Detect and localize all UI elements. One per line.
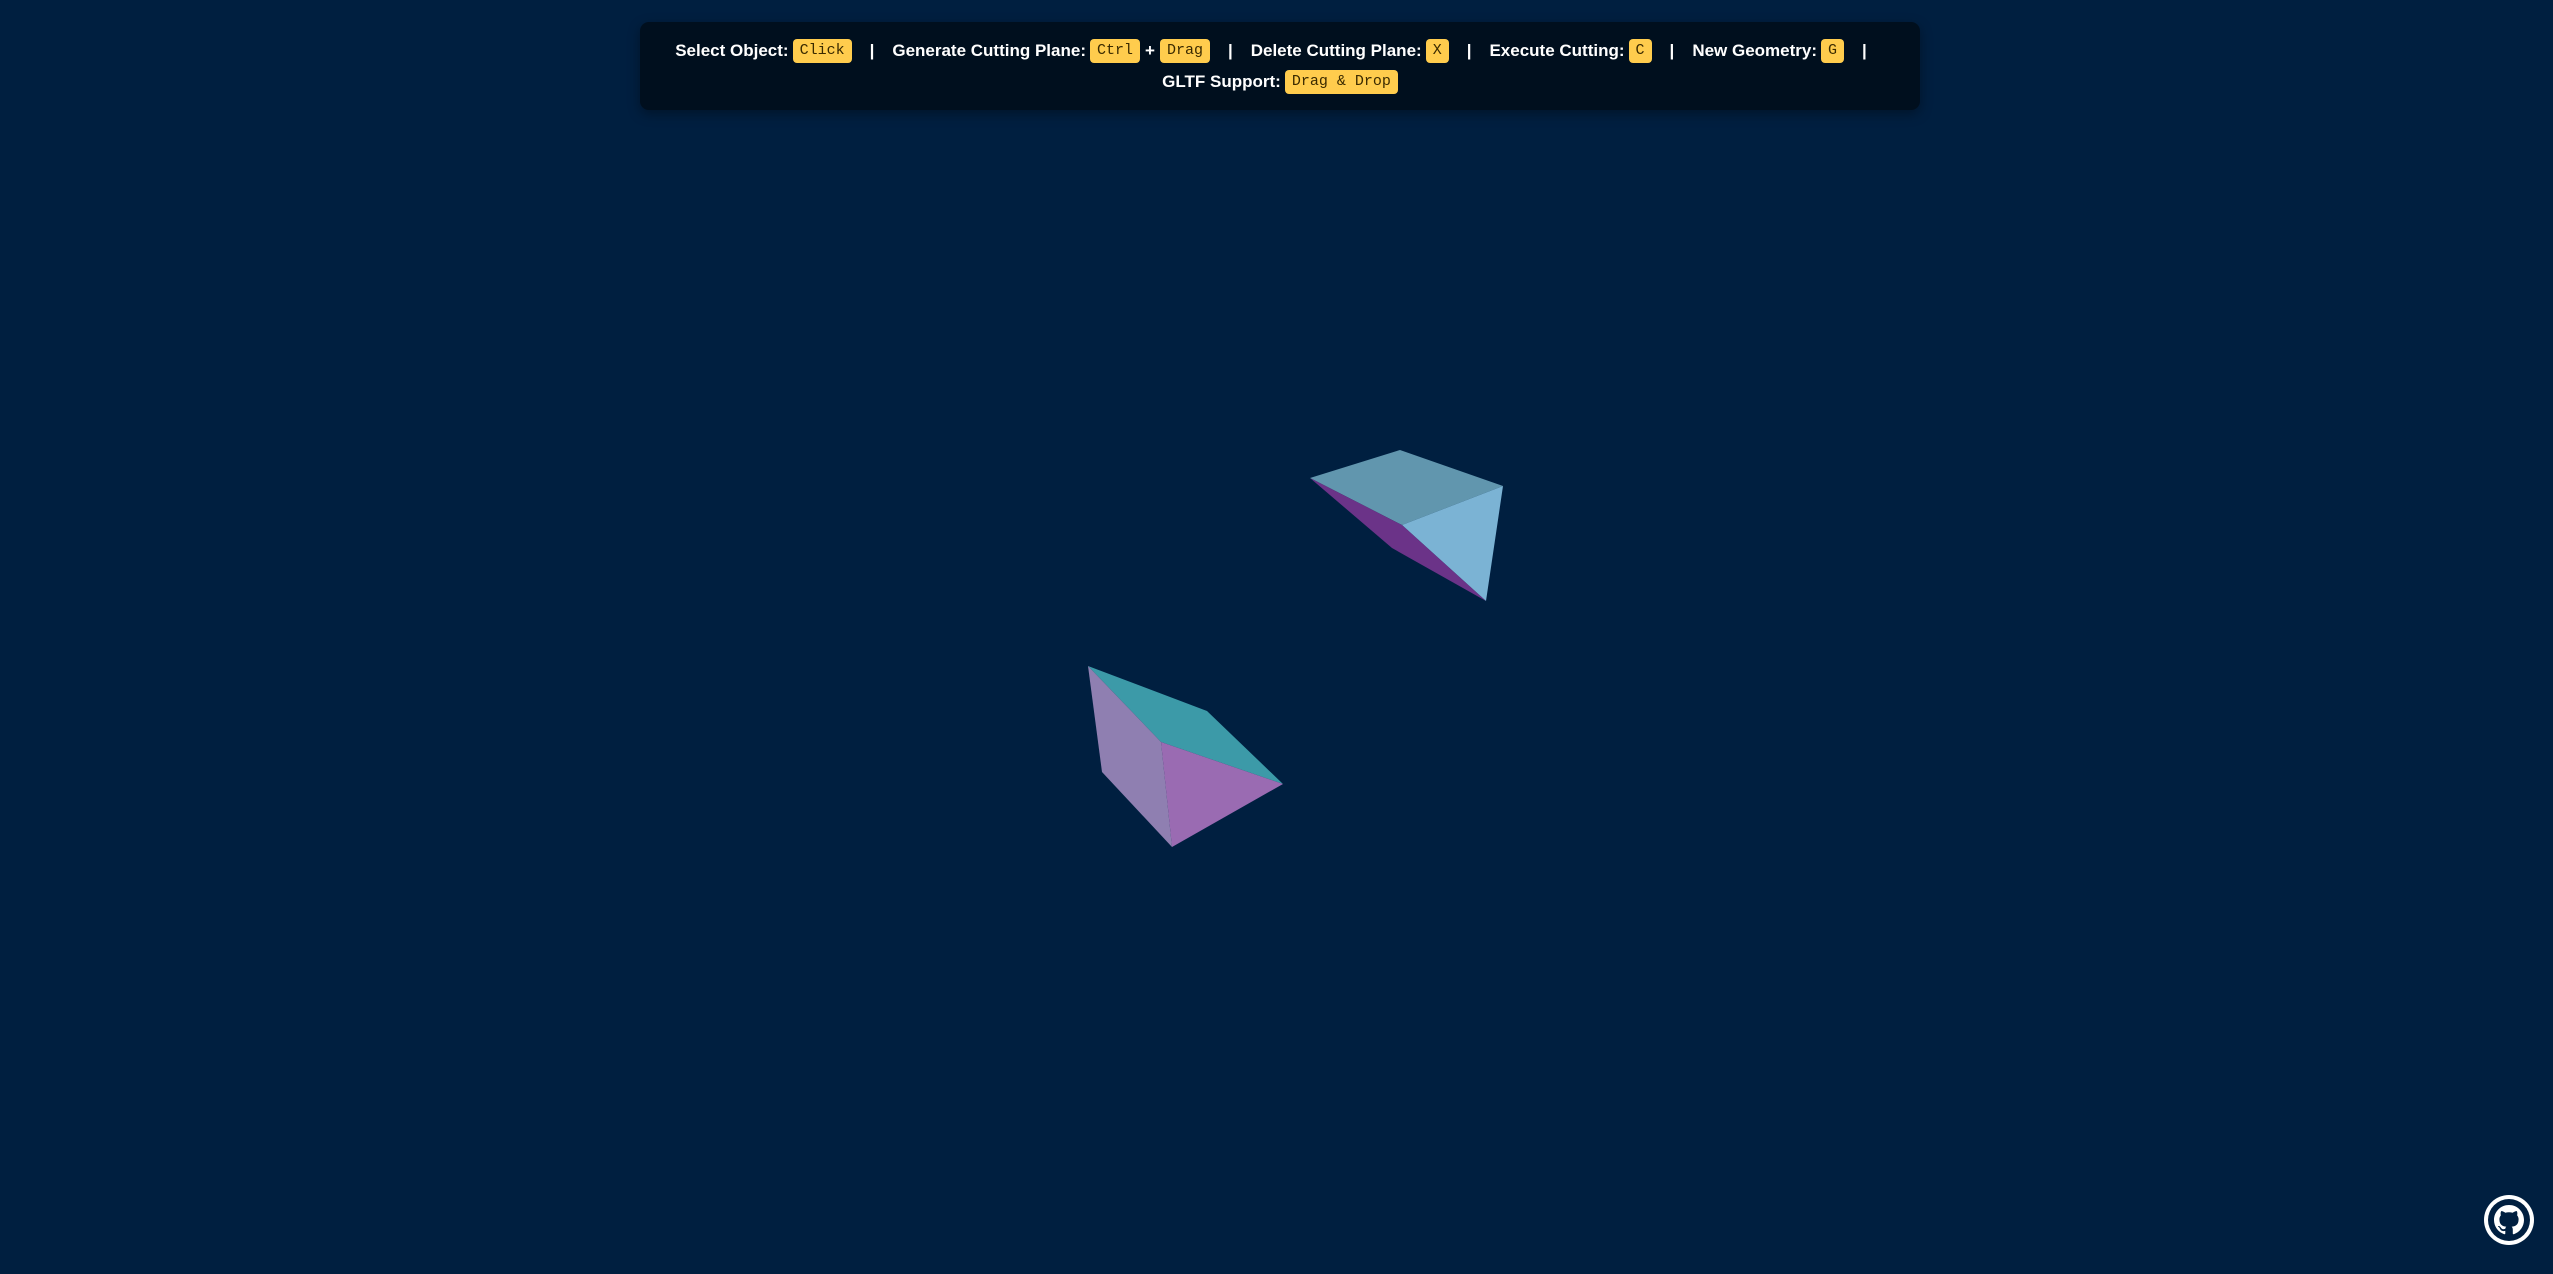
key-badge-c: C (1628, 38, 1652, 63)
plus-sign: + (1145, 40, 1155, 60)
help-label: GLTF Support: (1162, 71, 1281, 91)
help-label: Generate Cutting Plane: (892, 40, 1086, 60)
key-badge-g: G (1821, 38, 1845, 63)
separator: | (1227, 40, 1233, 60)
help-label: New Geometry: (1692, 40, 1818, 60)
github-link[interactable] (2483, 1194, 2535, 1246)
key-badge-click: Click (792, 38, 852, 63)
help-generate-cutting-plane: Generate Cutting Plane: Ctrl + Drag (892, 38, 1210, 63)
3d-viewport[interactable] (0, 0, 2553, 1269)
help-label: Execute Cutting: (1489, 40, 1625, 60)
separator: | (1862, 40, 1867, 60)
help-delete-cutting-plane: Delete Cutting Plane: X (1250, 38, 1449, 63)
separator: | (1466, 40, 1472, 60)
help-row-2: GLTF Support: Drag & Drop (1162, 69, 1398, 94)
separator: | (1669, 40, 1675, 60)
cut-piece-upper[interactable] (1310, 450, 1503, 601)
help-execute-cutting: Execute Cutting: C (1489, 38, 1652, 63)
key-badge-ctrl: Ctrl (1089, 38, 1140, 63)
key-badge-drag: Drag (1159, 38, 1210, 63)
help-label: Select Object: (675, 40, 789, 60)
help-select-object: Select Object: Click (675, 38, 852, 63)
github-icon (2484, 1195, 2534, 1245)
help-row-1: Select Object: Click | Generate Cutting … (675, 38, 1885, 63)
help-gltf-support: GLTF Support: Drag & Drop (1162, 69, 1398, 94)
controls-help-bar: Select Object: Click | Generate Cutting … (640, 22, 1920, 110)
scene-canvas[interactable] (0, 0, 2553, 1269)
cut-piece-lower[interactable] (1088, 666, 1283, 847)
separator: | (869, 40, 875, 60)
key-badge-x: X (1425, 38, 1449, 63)
help-new-geometry: New Geometry: G (1692, 38, 1845, 63)
help-label: Delete Cutting Plane: (1250, 40, 1422, 60)
key-badge-drag-drop: Drag & Drop (1284, 69, 1398, 94)
